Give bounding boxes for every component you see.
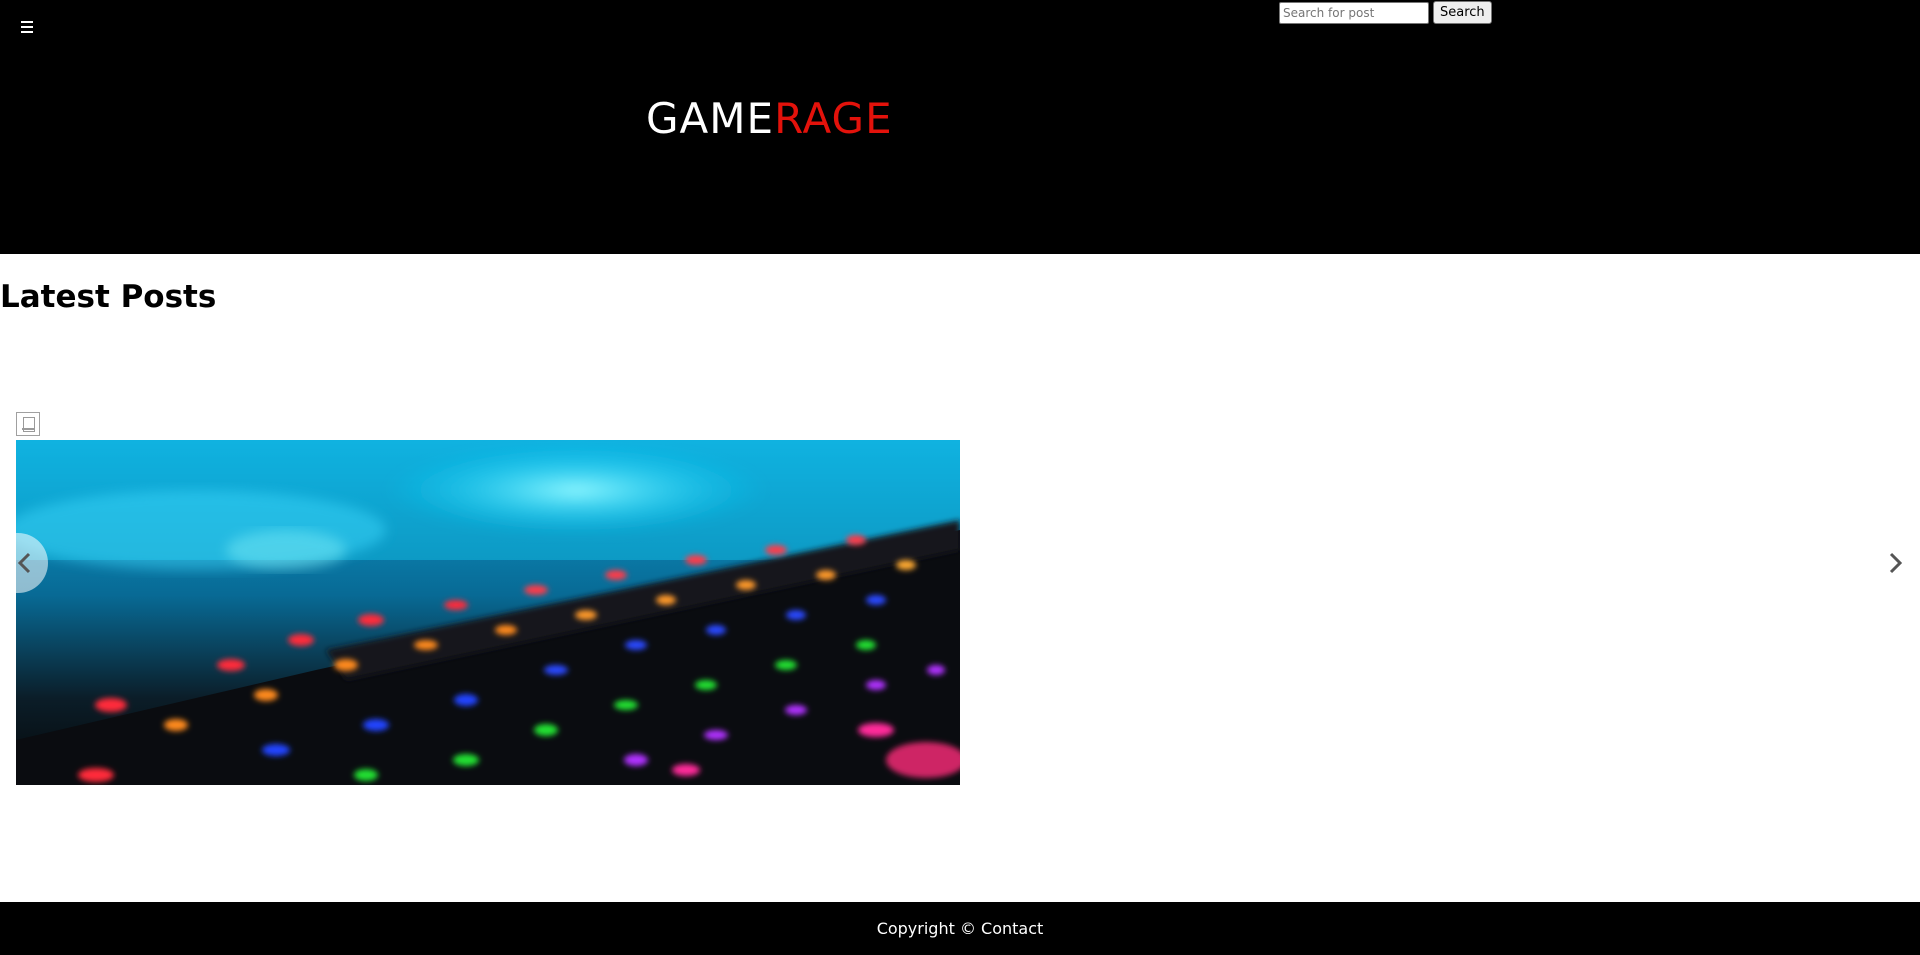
chevron-right-icon xyxy=(1889,552,1903,574)
carousel-slide-image[interactable] xyxy=(16,440,960,785)
logo-text-game: GAME xyxy=(646,94,775,143)
search-input[interactable] xyxy=(1279,1,1429,24)
site-logo[interactable]: GAMERAGE xyxy=(646,94,893,144)
search-form: Search xyxy=(1279,1,1492,24)
search-button[interactable]: Search xyxy=(1433,1,1492,24)
chevron-left-icon xyxy=(17,552,31,574)
carousel-next-button[interactable] xyxy=(1872,533,1920,593)
hamburger-menu-icon[interactable] xyxy=(18,18,36,36)
posts-carousel xyxy=(0,410,1920,786)
broken-image-icon xyxy=(16,412,40,436)
section-title: Latest Posts xyxy=(0,279,217,315)
logo-text-rage: RAGE xyxy=(774,94,893,143)
footer-text[interactable]: Copyright © Contact xyxy=(877,919,1044,938)
site-header: Search GAMERAGE xyxy=(0,0,1920,254)
site-footer: Copyright © Contact xyxy=(0,902,1920,955)
